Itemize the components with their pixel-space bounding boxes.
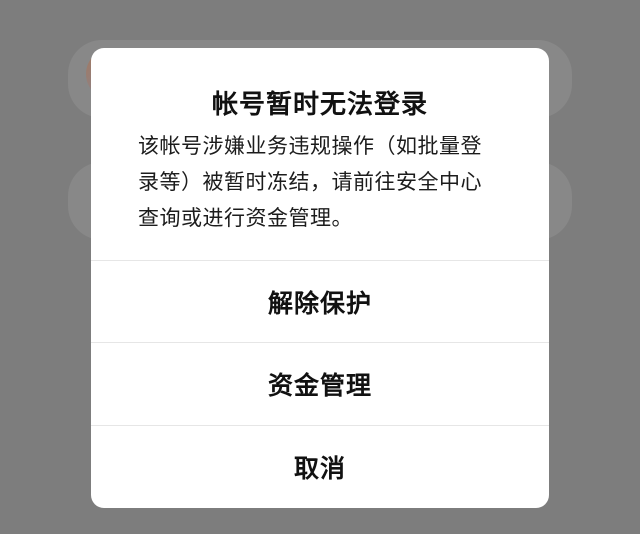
dialog-message: 该帐号涉嫌业务违规操作（如批量登录等）被暂时冻结，请前往安全中心查询或进行资金管…: [138, 134, 482, 230]
cancel-button[interactable]: 取消: [91, 426, 549, 508]
dialog-title: 帐号暂时无法登录: [211, 90, 428, 120]
fund-management-button[interactable]: 资金管理: [91, 343, 549, 425]
unlock-protection-button[interactable]: 解除保护: [91, 261, 549, 343]
account-locked-dialog: 帐号暂时无法登录 该帐号涉嫌业务违规操作（如批量登录等）被暂时冻结，请前往安全中…: [91, 48, 549, 508]
